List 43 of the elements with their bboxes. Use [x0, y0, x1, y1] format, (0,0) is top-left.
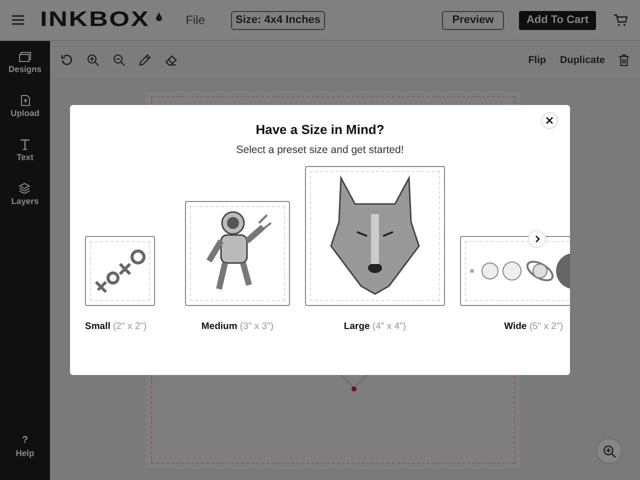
preset-label: Wide (5" x 2"): [504, 321, 563, 332]
size-button[interactable]: Size: 4x4 Inches: [231, 10, 326, 30]
sidebar-item[interactable]: Text: [16, 139, 34, 162]
preset-card[interactable]: [185, 201, 290, 306]
layers-icon: [19, 183, 30, 194]
pencil-icon[interactable]: [139, 54, 151, 66]
file-menu[interactable]: File: [186, 13, 206, 27]
preset-card[interactable]: [85, 236, 155, 306]
zoom-in-icon: [602, 444, 616, 458]
file-upload-icon: [20, 95, 30, 106]
preset-card[interactable]: [460, 236, 570, 306]
close-button[interactable]: [541, 112, 558, 129]
preset-label: Small (2" x 2"): [85, 321, 147, 332]
eraser-icon[interactable]: [165, 54, 177, 66]
preset-label: Large (4" x 4"): [344, 321, 406, 332]
logo[interactable]: INKBOX: [40, 8, 150, 32]
cart-icon[interactable]: [614, 14, 628, 26]
dialog-title: Have a Size in Mind?: [256, 122, 384, 137]
preset-card[interactable]: [305, 166, 445, 306]
sidebar-item[interactable]: Upload: [10, 95, 40, 118]
toolbar-action[interactable]: Flip: [528, 54, 546, 66]
help-item[interactable]: ? Help: [16, 435, 34, 458]
sidebar-item[interactable]: Designs: [8, 52, 42, 74]
dialog-subtitle: Select a preset size and get started!: [236, 144, 404, 156]
next-button[interactable]: [528, 230, 546, 248]
zoom-button[interactable]: [596, 438, 622, 464]
preset-label: Medium (3" x 3"): [201, 321, 274, 332]
zoom-in-icon[interactable]: [87, 54, 99, 66]
add-to-cart-button[interactable]: Add To Cart: [519, 10, 596, 30]
undo-icon[interactable]: [61, 54, 73, 66]
sidebar-item[interactable]: Layers: [11, 183, 39, 206]
xoxo-tattoo-drawing: [92, 248, 148, 294]
chevron-right-icon: [534, 235, 540, 243]
help-icon: ?: [22, 435, 28, 446]
menu-icon[interactable]: [12, 15, 24, 25]
zoom-out-icon[interactable]: [113, 54, 125, 66]
drop-icon: [156, 12, 162, 21]
close-icon: [546, 117, 553, 124]
text-icon: [20, 139, 30, 150]
images-icon: [18, 52, 31, 62]
preview-button[interactable]: Preview: [442, 10, 504, 30]
trash-icon[interactable]: [619, 54, 629, 66]
toolbar-action[interactable]: Duplicate: [560, 54, 605, 66]
